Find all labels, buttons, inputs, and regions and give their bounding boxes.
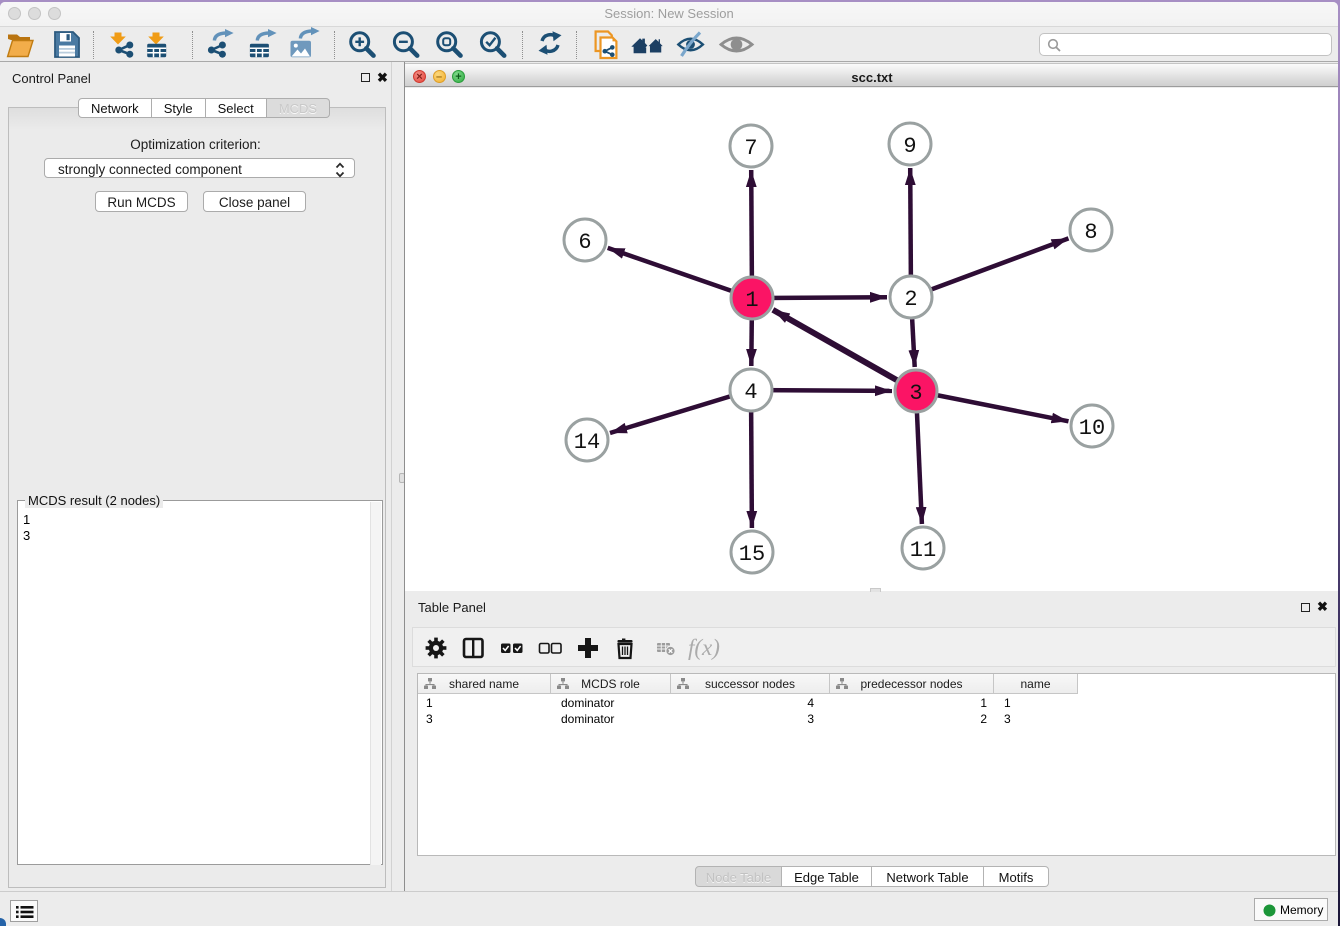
svg-text:14: 14: [574, 430, 600, 455]
svg-text:8: 8: [1084, 220, 1097, 245]
svg-text:7: 7: [744, 136, 757, 161]
svg-text:4: 4: [744, 380, 757, 405]
svg-text:9: 9: [903, 134, 916, 159]
svg-text:1: 1: [745, 288, 758, 313]
svg-text:2: 2: [904, 287, 917, 312]
svg-text:f(x): f(x): [688, 635, 720, 660]
svg-text:3: 3: [909, 381, 922, 406]
svg-text:15: 15: [739, 542, 765, 567]
svg-text:10: 10: [1079, 416, 1105, 441]
svg-text:6: 6: [578, 230, 591, 255]
svg-text:11: 11: [910, 538, 936, 563]
